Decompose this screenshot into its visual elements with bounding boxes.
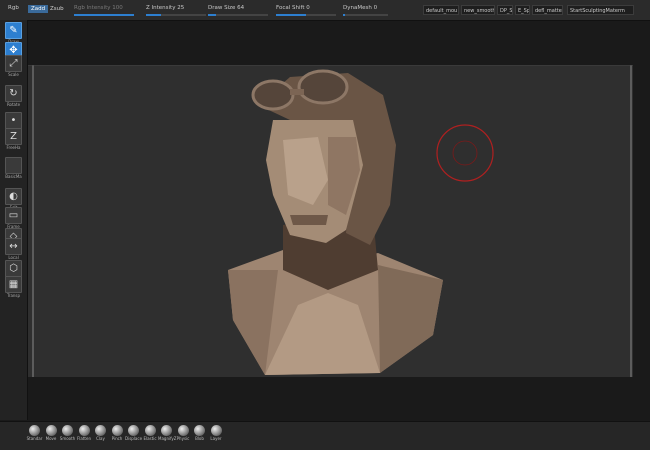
brush-layer[interactable]: Layer xyxy=(208,425,225,442)
bust-mouth xyxy=(290,215,328,225)
freehand-icon: Z xyxy=(5,128,22,145)
brush-cursor-inner xyxy=(452,140,478,166)
material-slot-dp[interactable]: DP_S xyxy=(497,5,513,15)
rgb-intensity-slider-label: Rgb Intensity 100 xyxy=(74,5,123,11)
brush-label: Flatten xyxy=(77,436,91,441)
brush-sphere-icon xyxy=(78,425,90,436)
brush-sphere-icon xyxy=(29,425,40,436)
brush-cursor-outer xyxy=(436,124,494,182)
brush-sphere-icon xyxy=(194,425,205,436)
material-slot-matte[interactable]: defl_matte xyxy=(532,5,563,15)
zsub-button[interactable]: Zsub xyxy=(47,5,67,13)
brush-displace[interactable]: Displace xyxy=(125,425,142,442)
brush-standar[interactable]: Standar xyxy=(26,425,43,442)
rgb-intensity-slider[interactable] xyxy=(74,14,134,16)
brush-label: Smooth xyxy=(59,436,76,441)
brush-smooth[interactable]: Smooth xyxy=(59,425,76,442)
brush-sphere-icon xyxy=(210,425,222,436)
dynamesh-slider[interactable] xyxy=(343,14,388,16)
brush-blob[interactable]: Blob xyxy=(191,425,208,442)
bust-model xyxy=(228,69,443,375)
brush-sphere-icon xyxy=(161,425,172,436)
tool-xyz[interactable]: ↔ Local xyxy=(5,238,22,260)
brush-elastic[interactable]: Elastic xyxy=(142,425,159,442)
brush-label: Elastic xyxy=(143,436,157,441)
xyz-icon: ↔ xyxy=(5,238,22,255)
focal-shift-slider[interactable] xyxy=(276,14,336,16)
tool-scale[interactable]: ⤢ Scale xyxy=(5,55,22,77)
rgb-intensity-fill xyxy=(74,14,134,16)
edit-icon: ◐ xyxy=(5,188,22,205)
brush-label: Clay xyxy=(96,436,105,441)
material-slot-esp[interactable]: E_Sp xyxy=(515,5,530,15)
brush-sphere-icon xyxy=(177,425,189,436)
startup-material-button[interactable]: StartSculptingMaterm xyxy=(567,5,634,15)
brush-magnifyz[interactable]: MagnifyZ xyxy=(158,425,177,442)
brush-label: MagnifyZ xyxy=(158,436,177,441)
left-tool-tray: ✎Draw✥Move⤢Scale↻Rotate•Alpha 0ZFreeHaBa… xyxy=(0,20,28,420)
tool-label: FreeHa xyxy=(6,145,21,150)
goggle-bridge xyxy=(290,89,304,95)
brush-label: Displace xyxy=(125,436,143,441)
dynamesh-fill xyxy=(343,14,345,16)
rgb-toggle[interactable]: Rgb xyxy=(8,5,19,12)
goggle-right xyxy=(297,69,349,105)
brush-sphere-icon xyxy=(144,425,156,436)
brush-sphere-icon xyxy=(111,425,123,436)
canvas-svg xyxy=(28,64,633,377)
focal-shift-slider-label: Focal Shift 0 xyxy=(276,5,310,11)
canvas-viewport[interactable] xyxy=(28,64,633,377)
z-intensity-slider[interactable] xyxy=(146,14,206,16)
brush-label: Blob xyxy=(195,436,204,441)
brush-shelf: Standar Move Smooth Flatten Clay Pinch Displac… xyxy=(0,421,650,450)
brush-physic[interactable]: Physic xyxy=(175,425,192,442)
brush-move[interactable]: Move xyxy=(43,425,60,442)
bust-right-shoulder xyxy=(378,265,443,373)
z-intensity-slider-label: Z Intensity 25 xyxy=(146,5,185,11)
tool-label: Transp xyxy=(6,293,21,298)
tool-label: Scale xyxy=(8,72,19,77)
rotate-icon: ↻ xyxy=(5,85,22,102)
brush-sphere-icon xyxy=(62,425,73,436)
zadd-button[interactable]: Zadd xyxy=(28,5,49,13)
draw-size-slider[interactable] xyxy=(208,14,268,16)
draw-icon: ✎ xyxy=(5,22,22,39)
tool-material[interactable]: BasicMa xyxy=(5,157,22,179)
material-slot-default[interactable]: default_mou xyxy=(423,5,459,15)
dynamesh-slider-label: DynaMesh 0 xyxy=(343,5,378,11)
tool-transp[interactable]: ▦ Transp xyxy=(5,276,22,298)
scale-icon: ⤢ xyxy=(5,55,22,72)
brush-sphere-icon xyxy=(95,425,106,436)
transp-icon: ▦ xyxy=(5,276,22,293)
frame-icon: ▭ xyxy=(5,207,22,224)
material-slot-new-smooth[interactable]: new_smooth xyxy=(461,5,495,15)
material-icon xyxy=(5,157,22,174)
brush-sphere-icon xyxy=(128,425,139,436)
draw-size-slider-label: Draw Size 64 xyxy=(208,5,245,11)
brush-flatten[interactable]: Flatten xyxy=(76,425,93,442)
brush-label: Standar xyxy=(26,436,43,441)
polyf-icon: ⬡ xyxy=(5,260,22,277)
tool-frame[interactable]: ▭ Frame xyxy=(5,207,22,229)
tool-draw[interactable]: ✎Draw xyxy=(5,22,22,44)
tool-label: BasicMa xyxy=(5,174,22,179)
brush-sphere-icon xyxy=(45,425,57,436)
focal-shift-fill xyxy=(276,14,306,16)
tool-label: Rotate xyxy=(6,102,21,107)
brush-clay[interactable]: Clay xyxy=(92,425,109,442)
top-toolbar: Rgb Zadd Zsub Rgb Intensity 100 Z Intens… xyxy=(0,0,650,21)
brush-pinch[interactable]: Pinch xyxy=(109,425,126,442)
alpha-icon: • xyxy=(5,112,22,129)
tool-rotate[interactable]: ↻ Rotate xyxy=(5,85,22,107)
brush-label: Pinch xyxy=(111,436,123,441)
tool-freehand[interactable]: Z FreeHa xyxy=(5,128,22,150)
goggle-left xyxy=(251,79,295,111)
z-intensity-fill xyxy=(146,14,161,16)
brush-label: Layer xyxy=(210,436,222,441)
brush-label: Physic xyxy=(176,436,190,441)
draw-size-fill xyxy=(208,14,216,16)
brush-label: Move xyxy=(45,436,57,441)
